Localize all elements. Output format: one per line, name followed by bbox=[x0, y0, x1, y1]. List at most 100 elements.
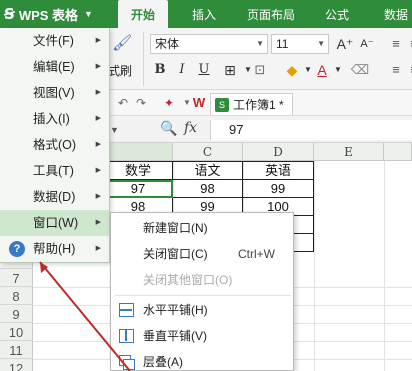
menu-item-view[interactable]: 视图(V) ▶ bbox=[0, 80, 109, 106]
wrap-icon[interactable]: ≡ bbox=[404, 34, 412, 54]
wps-app-menu: 文件(F) ▶ 编辑(E) ▶ 视图(V) ▶ 插入(I) ▶ 格式(O) ▶ … bbox=[0, 28, 110, 263]
chevron-right-icon: ▶ bbox=[95, 219, 101, 226]
chevron-right-icon: ▶ bbox=[95, 193, 101, 200]
increase-font-icon[interactable]: A⁺ bbox=[335, 34, 355, 54]
chevron-down-icon[interactable]: ▼ bbox=[328, 60, 348, 80]
name-box-dropdown-icon[interactable]: ▼ bbox=[110, 120, 122, 140]
table-cell[interactable]: 97 bbox=[104, 180, 173, 198]
align-left-icon[interactable]: ≡ bbox=[386, 60, 406, 80]
clear-format-icon[interactable]: ⌫ bbox=[350, 60, 370, 80]
underline-button[interactable]: U bbox=[194, 60, 214, 80]
menu-item-format[interactable]: 格式(O) ▶ bbox=[0, 132, 109, 158]
tab-data[interactable]: 数据 bbox=[384, 0, 408, 28]
submenu-tile-horizontal[interactable]: 水平平铺(H) bbox=[111, 297, 293, 323]
menu-item-edit[interactable]: 编辑(E) ▶ bbox=[0, 54, 109, 80]
header-cell-english[interactable]: 英语 bbox=[243, 162, 314, 180]
align-center-icon[interactable]: ≡ bbox=[404, 60, 412, 80]
tab-page-layout[interactable]: 页面布局 bbox=[247, 0, 295, 28]
merge-icon[interactable]: ⊡ bbox=[250, 60, 270, 80]
menu-item-label: 视图(V) bbox=[33, 86, 75, 100]
grid-line bbox=[384, 161, 385, 371]
menu-item-label: 帮助(H) bbox=[33, 242, 76, 256]
search-icon[interactable]: 🔍 bbox=[160, 120, 177, 137]
row-header-12[interactable]: 12 bbox=[0, 359, 33, 371]
wps-spreadsheet-window: Ꞩ WPS 表格 ▼ 开始 插入 页面布局 公式 数据 🖌 式刷 宋体 ▼ 11… bbox=[0, 0, 412, 371]
chevron-right-icon: ▶ bbox=[95, 63, 101, 70]
submenu-new-window[interactable]: 新建窗口(N) bbox=[111, 215, 293, 241]
submenu-tile-vertical[interactable]: 垂直平铺(V) bbox=[111, 323, 293, 349]
tile-horizontal-icon bbox=[119, 303, 134, 317]
menu-item-file[interactable]: 文件(F) ▶ bbox=[0, 28, 109, 54]
document-tab[interactable]: S 工作簿1 * bbox=[210, 93, 293, 115]
chevron-right-icon: ▶ bbox=[95, 141, 101, 148]
ribbon-tab-bar: Ꞩ WPS 表格 ▼ 开始 插入 页面布局 公式 数据 bbox=[0, 0, 412, 28]
format-painter-label[interactable]: 式刷 bbox=[108, 62, 132, 79]
tab-insert[interactable]: 插入 bbox=[192, 0, 216, 28]
formula-input[interactable]: 97 bbox=[210, 120, 412, 140]
submenu-label: 水平平铺(H) bbox=[143, 303, 208, 317]
menu-separator bbox=[115, 295, 291, 296]
menu-item-insert[interactable]: 插入(I) ▶ bbox=[0, 106, 109, 132]
pin-icon[interactable]: ✦ bbox=[162, 96, 176, 110]
decrease-font-icon[interactable]: A⁻ bbox=[357, 34, 377, 54]
row-header-8[interactable]: 8 bbox=[0, 287, 33, 305]
submenu-close-other-windows: 关闭其他窗口(O) bbox=[111, 267, 293, 293]
function-icon[interactable]: fx bbox=[184, 120, 197, 136]
font-size-value: 11 bbox=[276, 37, 289, 51]
spreadsheet-file-icon: S bbox=[215, 97, 229, 112]
wps-w-icon[interactable]: W bbox=[192, 96, 206, 110]
chevron-down-icon: ▼ bbox=[256, 39, 264, 48]
menu-item-label: 数据(D) bbox=[33, 190, 76, 204]
grid-line bbox=[314, 161, 315, 371]
column-header-e[interactable]: E bbox=[314, 143, 384, 161]
align-top-icon[interactable]: ≡ bbox=[386, 34, 406, 54]
table-cell[interactable]: 99 bbox=[243, 180, 314, 198]
help-icon: ? bbox=[9, 241, 25, 257]
borders-icon[interactable]: ⊞ bbox=[220, 60, 240, 80]
row-header-9[interactable]: 9 bbox=[0, 305, 33, 323]
chevron-down-icon: ▼ bbox=[84, 9, 93, 19]
column-header-f[interactable] bbox=[384, 143, 412, 161]
wps-menu-button[interactable]: Ꞩ WPS 表格 ▼ bbox=[0, 0, 110, 28]
submenu-label: 关闭其他窗口(O) bbox=[143, 273, 233, 287]
menu-item-tools[interactable]: 工具(T) ▶ bbox=[0, 158, 109, 184]
font-name-select[interactable]: 宋体 ▼ bbox=[150, 34, 268, 54]
italic-button[interactable]: I bbox=[172, 60, 192, 80]
window-submenu: 新建窗口(N) 关闭窗口(C) Ctrl+W 关闭其他窗口(O) 水平平铺(H)… bbox=[110, 212, 294, 371]
menu-item-label: 窗口(W) bbox=[33, 216, 79, 230]
submenu-close-window[interactable]: 关闭窗口(C) Ctrl+W bbox=[111, 241, 293, 267]
chevron-right-icon: ▶ bbox=[95, 115, 101, 122]
chevron-right-icon: ▶ bbox=[95, 89, 101, 96]
ribbon-divider bbox=[143, 32, 144, 86]
tab-formulas[interactable]: 公式 bbox=[325, 0, 349, 28]
submenu-label: 层叠(A) bbox=[143, 355, 183, 369]
chevron-down-icon: ▼ bbox=[317, 39, 325, 48]
menu-item-data[interactable]: 数据(D) ▶ bbox=[0, 184, 109, 210]
submenu-label: 新建窗口(N) bbox=[143, 221, 208, 235]
chevron-right-icon: ▶ bbox=[95, 37, 101, 44]
column-header-c[interactable]: C bbox=[173, 143, 243, 161]
header-cell-chinese[interactable]: 语文 bbox=[173, 162, 243, 180]
cascade-icon bbox=[119, 355, 135, 370]
format-painter-icon[interactable]: 🖌 bbox=[112, 34, 132, 54]
menu-item-label: 格式(O) bbox=[33, 138, 77, 152]
menu-item-window[interactable]: 窗口(W) ▶ bbox=[0, 210, 109, 236]
shortcut-label: Ctrl+W bbox=[238, 247, 275, 261]
table-cell[interactable]: 98 bbox=[173, 180, 243, 198]
tab-home[interactable]: 开始 bbox=[118, 0, 168, 28]
row-header-7[interactable]: 7 bbox=[0, 269, 33, 287]
menu-item-label: 编辑(E) bbox=[33, 60, 75, 74]
font-size-select[interactable]: 11 ▼ bbox=[271, 34, 329, 54]
header-cell-math[interactable]: 数学 bbox=[104, 162, 173, 180]
wps-logo-icon: Ꞩ bbox=[4, 6, 15, 23]
submenu-cascade[interactable]: 层叠(A) bbox=[111, 349, 293, 371]
column-header-d[interactable]: D bbox=[243, 143, 314, 161]
submenu-label: 垂直平铺(V) bbox=[143, 329, 207, 343]
undo-icon[interactable]: ↶ bbox=[116, 96, 130, 110]
row-header-10[interactable]: 10 bbox=[0, 323, 33, 341]
menu-item-help[interactable]: ? 帮助(H) ▶ bbox=[0, 236, 109, 262]
row-header-11[interactable]: 11 bbox=[0, 341, 33, 359]
redo-icon[interactable]: ↷ bbox=[134, 96, 148, 110]
bold-button[interactable]: B bbox=[150, 60, 170, 80]
font-name-value: 宋体 bbox=[155, 37, 180, 51]
